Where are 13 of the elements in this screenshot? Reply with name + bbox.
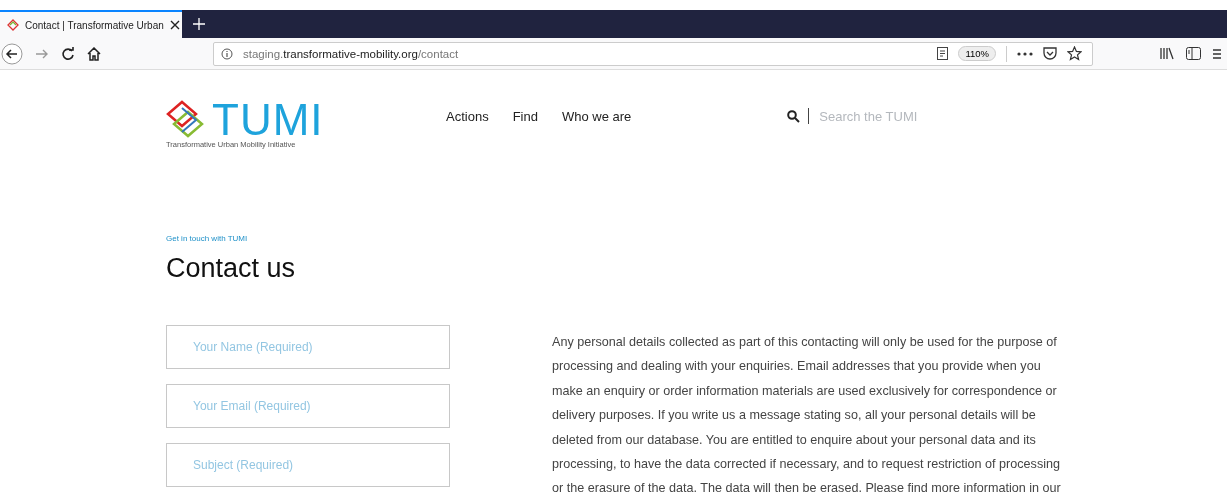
nav-link[interactable]: Who we are	[561, 108, 632, 124]
text-field[interactable]: Your Email (Required)	[166, 384, 450, 428]
page-heading: Contact us	[166, 253, 297, 284]
privacy-paragraph: Any personal details collected as part of this contacting will only be used for the purpose of processing and dealing with your enquiries. Email addresses that you provide when you make an enquiry or order information materials are used exclusively for correspondence or delivery purposes. If you write us a message stating so, all your personal details will be deleted from our database. You are entitled to enquire about your personal data and its processing, to have the data corrected if necessary, and to request restriction of processing or the erasure of the data. The data will then be erased. Please find more information in our	[552, 334, 1061, 492]
address-bar[interactable]: staging.transformative-mobility.org/contact 110%	[213, 41, 1093, 66]
nav-link[interactable]: Actions	[446, 108, 489, 124]
nav-link[interactable]: Find	[512, 108, 538, 124]
zoom-level-button[interactable]: 110%	[958, 46, 996, 61]
browser-tab[interactable]: Contact | Transformative Urban	[0, 10, 182, 38]
text-field[interactable]: Your Name (Required)	[166, 325, 450, 369]
url-text: staging.transformative-mobility.org/contact	[243, 47, 459, 60]
section-eyebrow: Get in touch with TUMI	[166, 234, 249, 243]
text-field[interactable]: Subject (Required)	[166, 443, 450, 487]
